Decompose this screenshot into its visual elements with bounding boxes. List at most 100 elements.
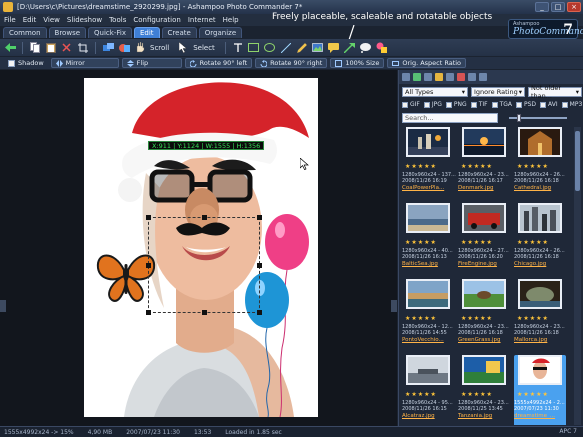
speech-bubble-icon[interactable]	[328, 42, 340, 54]
tab-organize[interactable]: Organize	[198, 27, 243, 38]
age-filter-dropdown[interactable]: Not older than... ▾	[528, 84, 582, 100]
filter-tif[interactable]: TIF	[470, 101, 488, 108]
copy-icon[interactable]	[29, 42, 41, 54]
view-mode-icon[interactable]	[446, 73, 454, 81]
rating-filter-dropdown[interactable]: Ignore Rating ▾	[471, 87, 525, 97]
thumbnail-item[interactable]: ★★★★★ 1280x960x24 - 23... 2008/11/25 13:…	[458, 355, 510, 425]
filter-png[interactable]: PNG	[445, 101, 467, 108]
resize-handle[interactable]	[257, 310, 262, 315]
thumbnail-filename[interactable]: PontoVecchio...	[402, 337, 454, 343]
thumbnail-item[interactable]: ★★★★★ 1280x960x24 - 26... 2008/11/26 16:…	[514, 203, 566, 275]
details-icon[interactable]	[479, 73, 487, 81]
filter-avi[interactable]: AVI	[540, 101, 558, 108]
minimize-button[interactable]: _	[535, 2, 549, 12]
menu-configuration[interactable]: Configuration	[133, 16, 180, 24]
refresh-icon[interactable]	[424, 73, 432, 81]
thumbnail-filename[interactable]: FireEngine.jpg	[458, 261, 510, 267]
scroll-label[interactable]: Scroll	[150, 44, 169, 52]
thumbnail-item[interactable]: ★★★★★ 1280x960x24 - 23... 2008/11/26 16:…	[514, 279, 566, 351]
maximize-button[interactable]: □	[551, 2, 565, 12]
orig-aspect-button[interactable]: Orig. Aspect Ratio	[387, 58, 467, 68]
shadow-toggle[interactable]: Shadow	[4, 58, 48, 68]
left-panel-splitter[interactable]	[0, 300, 6, 312]
resize-handle[interactable]	[146, 215, 151, 220]
mirror-button[interactable]: Mirror	[50, 58, 119, 68]
rotate-right-button[interactable]: Rotate 90° right	[255, 58, 328, 68]
thumbnail-item[interactable]: ★★★★★ 1280x960x24 - 40... 2008/11/26 16:…	[402, 203, 454, 275]
thumbnail-item[interactable]: ★★★★★ 1280x960x24 - 26... 2008/11/26 16:…	[514, 127, 566, 199]
ellipse-tool-icon[interactable]	[264, 42, 276, 54]
pencil-tool-icon[interactable]	[296, 42, 308, 54]
rating-stars[interactable]: ★★★★★	[405, 163, 437, 170]
right-panel-splitter[interactable]	[391, 300, 397, 312]
menu-edit[interactable]: Edit	[23, 16, 37, 24]
tab-edit[interactable]: Edit	[133, 27, 160, 38]
resize-handle[interactable]	[202, 215, 207, 220]
rating-stars[interactable]: ★★★★★	[461, 391, 493, 398]
thumbnail-filename[interactable]: CoalPowerPla...	[402, 185, 454, 191]
rating-stars[interactable]: ★★★★★	[461, 239, 493, 246]
home-icon[interactable]	[402, 73, 410, 81]
resize-handle[interactable]	[202, 310, 207, 315]
thumbnail-filename[interactable]: Chicago.jpg	[514, 261, 566, 267]
text-tool-icon[interactable]	[232, 42, 244, 54]
rectangle-tool-icon[interactable]	[248, 42, 260, 54]
shadow-checkbox[interactable]	[8, 59, 15, 67]
filter-mp3[interactable]: MP3	[561, 101, 582, 108]
menu-slideshow[interactable]: Slideshow	[67, 16, 102, 24]
rating-stars[interactable]: ★★★★★	[517, 391, 549, 398]
thumbnail-item[interactable]: ★★★★★ 1280x960x24 - 23... 2008/11/26 16:…	[458, 279, 510, 351]
filter-tga[interactable]: TGA	[491, 101, 512, 108]
picture-tool-icon[interactable]	[312, 42, 324, 54]
select-label[interactable]: Select	[193, 44, 215, 52]
tab-create[interactable]: Create	[161, 27, 197, 38]
cloud-bubble-icon[interactable]	[360, 42, 372, 54]
crop-icon[interactable]	[77, 42, 89, 54]
close-button[interactable]: ×	[567, 2, 581, 12]
rating-stars[interactable]: ★★★★★	[405, 391, 437, 398]
line-tool-icon[interactable]	[280, 42, 292, 54]
thumbnail-filename[interactable]: Alcatraz.jpg	[402, 413, 454, 419]
thumbnail-filename[interactable]: Cathedral.jpg	[514, 185, 566, 191]
thumbnail-item-selected[interactable]: ★★★★★ 1555x4992x24 - 2... 2007/07/23 11:…	[514, 355, 566, 425]
menu-tools[interactable]: Tools	[109, 16, 126, 24]
thumbnail-item[interactable]: ★★★★★ 1280x960x24 - 23... 2008/11/26 16:…	[458, 127, 510, 199]
resize-handle[interactable]	[257, 263, 262, 268]
image-workspace[interactable]: X:911 | Y:1124 | W:1555 | H:1356	[0, 70, 397, 426]
object-selection-frame[interactable]	[146, 215, 262, 315]
rotate-left-button[interactable]: Rotate 90° left	[184, 58, 253, 68]
hand-scroll-icon[interactable]	[134, 42, 146, 54]
thumbnail-filename[interactable]: Denmark.jpg	[458, 185, 510, 191]
tab-quick-fix[interactable]: Quick-Fix	[88, 27, 132, 38]
layers-icon[interactable]	[102, 42, 114, 54]
menu-help[interactable]: Help	[223, 16, 239, 24]
thumbnail-filename[interactable]: Mallorca.jpg	[514, 337, 566, 343]
rating-stars[interactable]: ★★★★★	[461, 163, 493, 170]
rating-stars[interactable]: ★★★★★	[517, 239, 549, 246]
resize-handle[interactable]	[146, 263, 151, 268]
filter-psd[interactable]: PSD	[516, 101, 536, 108]
resize-handle[interactable]	[146, 310, 151, 315]
menu-file[interactable]: File	[4, 16, 16, 24]
thumbnail-item[interactable]: ★★★★★ 1280x960x24 - 95... 2008/11/26 16:…	[402, 355, 454, 425]
thumbnail-scrollbar[interactable]	[574, 127, 581, 425]
thumbnail-item[interactable]: ★★★★★ 1280x960x24 - 27... 2008/11/26 16:…	[458, 203, 510, 275]
filter-jpg[interactable]: JPG	[423, 101, 442, 108]
back-arrow-icon[interactable]	[4, 42, 16, 54]
thumbnail-filename[interactable]: dreamstime_...	[514, 413, 566, 419]
scrollbar-thumb[interactable]	[575, 131, 580, 191]
thumbnail-item[interactable]: ★★★★★ 1280x960x24 - 137... 2008/11/26 16…	[402, 127, 456, 199]
search-input[interactable]: Search...	[402, 113, 498, 123]
filter-gif[interactable]: GIF	[402, 101, 420, 108]
tab-common[interactable]: Common	[3, 27, 47, 38]
rating-stars[interactable]: ★★★★★	[461, 315, 493, 322]
thumbnail-filename[interactable]: GreenGrass.jpg	[458, 337, 510, 343]
up-folder-icon[interactable]	[413, 73, 421, 81]
rating-stars[interactable]: ★★★★★	[405, 315, 437, 322]
thumb-size-slider-knob[interactable]	[517, 114, 521, 122]
resize-handle[interactable]	[257, 215, 262, 220]
tab-browse[interactable]: Browse	[48, 27, 87, 38]
flip-button[interactable]: Flip	[121, 58, 182, 68]
paste-icon[interactable]	[45, 42, 57, 54]
rating-stars[interactable]: ★★★★★	[517, 163, 549, 170]
